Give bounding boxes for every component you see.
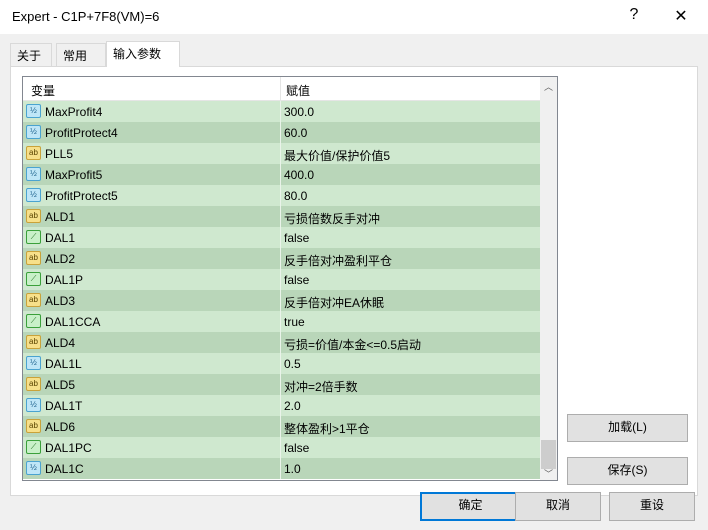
- table-row[interactable]: ½ ProfitProtect4 60.0: [23, 122, 540, 143]
- string-type-icon: ab: [26, 335, 41, 349]
- number-type-icon: ½: [26, 461, 41, 475]
- tab-common[interactable]: 常用: [56, 43, 106, 67]
- param-name: ALD4: [45, 336, 76, 350]
- vertical-scrollbar[interactable]: ︿ ﹀: [540, 77, 557, 480]
- param-name: DAL1C: [45, 462, 84, 476]
- param-value[interactable]: 0.5: [284, 357, 301, 371]
- param-value[interactable]: 1.0: [284, 462, 301, 476]
- table-row[interactable]: ⟋ DAL1CCA true: [23, 311, 540, 332]
- string-type-icon: ab: [26, 251, 41, 265]
- table-row[interactable]: ½ DAL1C 1.0: [23, 458, 540, 479]
- table-row[interactable]: ½ MaxProfit5 400.0: [23, 164, 540, 185]
- string-type-icon: ab: [26, 293, 41, 307]
- parameters-table: 变量 赋值 ½ MaxProfit4 300.0 ½ ProfitProtect4…: [22, 76, 558, 481]
- table-row[interactable]: ⟋ DAL1 false: [23, 227, 540, 248]
- window-title: Expert - C1P+7F8(VM)=6: [12, 9, 160, 24]
- param-name: ProfitProtect4: [45, 126, 118, 140]
- param-value[interactable]: 2.0: [284, 399, 301, 413]
- param-value[interactable]: false: [284, 441, 309, 455]
- param-name: ALD6: [45, 420, 76, 434]
- string-type-icon: ab: [26, 377, 41, 391]
- table-row[interactable]: ab PLL5 最大价值/保护价值5: [23, 143, 540, 164]
- table-row[interactable]: ab ALD5 对冲=2倍手数: [23, 374, 540, 395]
- param-value[interactable]: false: [284, 231, 309, 245]
- table-header: 变量 赋值: [23, 77, 540, 101]
- param-name: DAL1P: [45, 273, 84, 287]
- param-value[interactable]: 300.0: [284, 105, 314, 119]
- cancel-button[interactable]: 取消: [515, 492, 601, 521]
- header-value[interactable]: 赋值: [286, 82, 310, 99]
- tab-inputs[interactable]: 输入参数: [106, 41, 180, 67]
- param-value[interactable]: 亏损=价值/本金<=0.5启动: [284, 336, 421, 353]
- table-row[interactable]: ab ALD3 反手倍对冲EA休眠: [23, 290, 540, 311]
- number-type-icon: ½: [26, 104, 41, 118]
- param-value[interactable]: 60.0: [284, 126, 307, 140]
- table-row[interactable]: ab ALD6 整体盈利>1平仓: [23, 416, 540, 437]
- param-name: DAL1CCA: [45, 315, 101, 329]
- param-value[interactable]: 整体盈利>1平仓: [284, 420, 370, 437]
- number-type-icon: ½: [26, 356, 41, 370]
- ok-button[interactable]: 确定: [420, 492, 521, 521]
- load-button[interactable]: 加载(L): [567, 414, 688, 442]
- param-name: DAL1L: [45, 357, 82, 371]
- table-row[interactable]: ½ DAL1L 0.5: [23, 353, 540, 374]
- string-type-icon: ab: [26, 209, 41, 223]
- table-row[interactable]: ab ALD1 亏损倍数反手对冲: [23, 206, 540, 227]
- reset-button[interactable]: 重设: [609, 492, 695, 521]
- param-value[interactable]: 反手倍对冲EA休眠: [284, 294, 384, 311]
- title-bar: Expert - C1P+7F8(VM)=6 ? ✕: [0, 0, 708, 35]
- param-value[interactable]: 400.0: [284, 168, 314, 182]
- table-row[interactable]: ½ DAL1T 2.0: [23, 395, 540, 416]
- param-value[interactable]: 反手倍对冲盈利平仓: [284, 252, 392, 269]
- param-name: DAL1PC: [45, 441, 92, 455]
- param-name: ALD5: [45, 378, 76, 392]
- boolean-type-icon: ⟋: [26, 272, 41, 286]
- boolean-type-icon: ⟋: [26, 230, 41, 244]
- scroll-down-icon[interactable]: ﹀: [540, 467, 557, 480]
- boolean-type-icon: ⟋: [26, 440, 41, 454]
- number-type-icon: ½: [26, 398, 41, 412]
- param-name: ProfitProtect5: [45, 189, 118, 203]
- help-button[interactable]: ?: [622, 6, 646, 24]
- boolean-type-icon: ⟋: [26, 314, 41, 328]
- header-variable[interactable]: 变量: [31, 82, 55, 99]
- table-row[interactable]: ⟋ DAL1P false: [23, 269, 540, 290]
- scrollbar-thumb[interactable]: [541, 440, 556, 469]
- param-value[interactable]: 最大价值/保护价值5: [284, 147, 390, 164]
- param-value[interactable]: 80.0: [284, 189, 307, 203]
- number-type-icon: ½: [26, 125, 41, 139]
- table-row[interactable]: ⟋ DAL1PC false: [23, 437, 540, 458]
- param-value[interactable]: true: [284, 315, 305, 329]
- close-button[interactable]: ✕: [669, 6, 693, 26]
- param-name: ALD1: [45, 210, 76, 224]
- tab-about[interactable]: 关于: [10, 43, 52, 67]
- param-name: DAL1T: [45, 399, 83, 413]
- param-name: DAL1: [45, 231, 76, 245]
- param-name: PLL5: [45, 147, 74, 161]
- table-row[interactable]: ½ MaxProfit4 300.0: [23, 101, 540, 122]
- number-type-icon: ½: [26, 188, 41, 202]
- string-type-icon: ab: [26, 146, 41, 160]
- param-name: ALD3: [45, 294, 76, 308]
- table-row[interactable]: ab ALD4 亏损=价值/本金<=0.5启动: [23, 332, 540, 353]
- string-type-icon: ab: [26, 419, 41, 433]
- scroll-up-icon[interactable]: ︿: [540, 80, 557, 93]
- param-name: ALD2: [45, 252, 76, 266]
- param-value[interactable]: 对冲=2倍手数: [284, 378, 358, 395]
- table-row[interactable]: ½ ProfitProtect5 80.0: [23, 185, 540, 206]
- param-value[interactable]: 亏损倍数反手对冲: [284, 210, 380, 227]
- number-type-icon: ½: [26, 167, 41, 181]
- param-name: MaxProfit5: [45, 168, 103, 182]
- table-row[interactable]: ab ALD2 反手倍对冲盈利平仓: [23, 248, 540, 269]
- param-value[interactable]: false: [284, 273, 309, 287]
- save-button[interactable]: 保存(S): [567, 457, 688, 485]
- param-name: MaxProfit4: [45, 105, 103, 119]
